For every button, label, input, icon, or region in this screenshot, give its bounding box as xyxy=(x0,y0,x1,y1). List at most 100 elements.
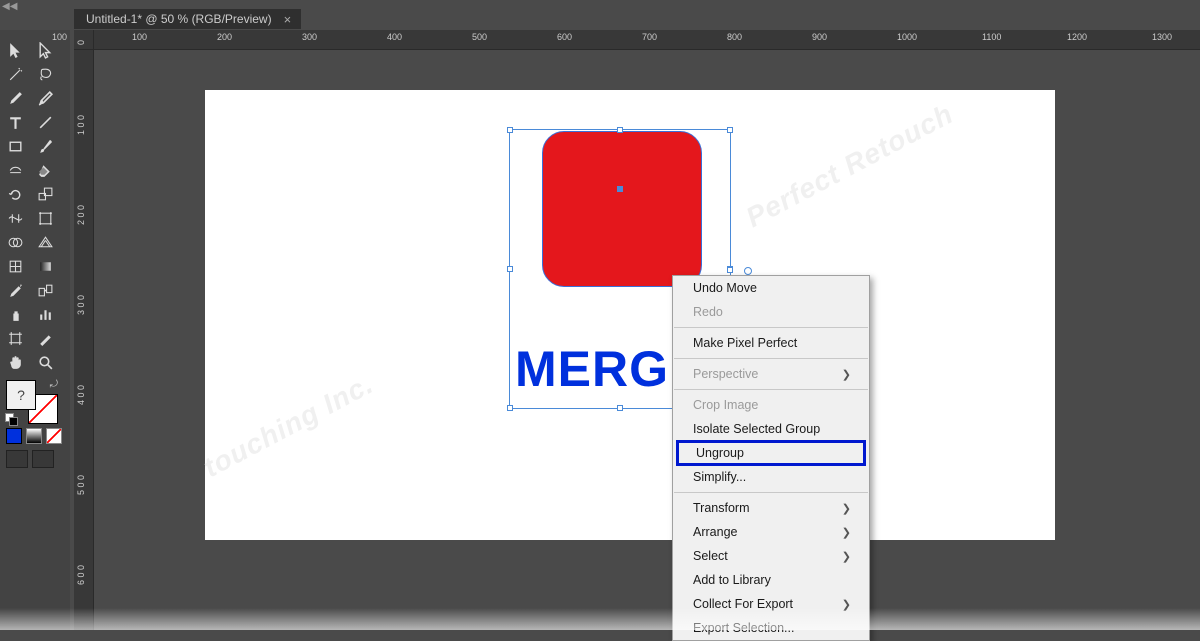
color-mode-solid[interactable] xyxy=(6,428,22,444)
menu-item-arrange[interactable]: Arrange ❯ xyxy=(673,520,869,544)
menu-item-label: Isolate Selected Group xyxy=(693,422,820,436)
ruler-tick-label: 1 0 0 xyxy=(76,115,86,135)
curvature-tool[interactable] xyxy=(30,86,60,110)
menu-item-label: Add to Library xyxy=(693,573,771,587)
type-tool[interactable] xyxy=(0,110,30,134)
ruler-horizontal[interactable]: 1001002003004005006007008009001000110012… xyxy=(94,30,1200,50)
chevron-right-icon: ❯ xyxy=(842,502,851,515)
corner-widget-icon[interactable] xyxy=(744,267,752,275)
gradient-tool[interactable] xyxy=(30,254,60,278)
free-transform-tool[interactable] xyxy=(30,206,60,230)
draw-mode-normal[interactable] xyxy=(6,450,28,468)
shaper-tool[interactable] xyxy=(0,158,30,182)
ruler-tick-label: 500 xyxy=(472,32,487,42)
menu-item-select[interactable]: Select ❯ xyxy=(673,544,869,568)
default-colors-icon[interactable] xyxy=(5,413,17,425)
menu-item-label: Simplify... xyxy=(693,470,746,484)
close-icon[interactable]: × xyxy=(284,13,292,26)
rotate-tool[interactable] xyxy=(0,182,30,206)
pen-tool[interactable] xyxy=(0,86,30,110)
ruler-tick-label: 0 xyxy=(76,40,86,45)
ruler-tick-label: 300 xyxy=(302,32,317,42)
mesh-tool[interactable] xyxy=(0,254,30,278)
scale-tool[interactable] xyxy=(30,182,60,206)
eraser-tool[interactable] xyxy=(30,158,60,182)
selection-handle[interactable] xyxy=(617,127,623,133)
menu-item-crop-image: Crop Image xyxy=(673,393,869,417)
menu-item-label: Transform xyxy=(693,501,750,515)
paintbrush-tool[interactable] xyxy=(30,134,60,158)
perspective-grid-tool[interactable] xyxy=(30,230,60,254)
selection-handle[interactable] xyxy=(507,127,513,133)
chevron-right-icon: ❯ xyxy=(842,526,851,539)
zoom-tool[interactable] xyxy=(30,350,60,374)
ruler-tick-label: 1100 xyxy=(982,32,1001,42)
selection-handle[interactable] xyxy=(507,405,513,411)
artboard-tool[interactable] xyxy=(0,326,30,350)
eyedropper-tool[interactable] xyxy=(0,278,30,302)
shape-builder-tool[interactable] xyxy=(0,230,30,254)
menu-item-perspective: Perspective❯ xyxy=(673,362,869,386)
width-tool[interactable] xyxy=(0,206,30,230)
menu-item-label: Crop Image xyxy=(693,398,758,412)
chevron-right-icon: ❯ xyxy=(842,368,851,381)
chevron-right-icon: ❯ xyxy=(842,550,851,563)
symbol-sprayer-tool[interactable] xyxy=(0,302,30,326)
hand-tool[interactable] xyxy=(0,350,30,374)
menu-item-label: Make Pixel Perfect xyxy=(693,336,797,350)
tab-bar: Untitled-1* @ 50 % (RGB/Preview) × xyxy=(74,8,301,30)
draw-mode-behind[interactable] xyxy=(32,450,54,468)
screen-mode-row xyxy=(6,450,70,468)
menu-item-isolate-selected-group[interactable]: Isolate Selected Group xyxy=(673,417,869,441)
selection-center-icon xyxy=(617,186,623,192)
fill-color-swatch[interactable]: ? xyxy=(6,380,36,410)
selection-handle[interactable] xyxy=(727,267,733,273)
color-mode-gradient[interactable] xyxy=(26,428,42,444)
menu-item-redo: Redo xyxy=(673,300,869,324)
artboard[interactable]: Perfect Retouch touching Inc. MERGE xyxy=(205,90,1055,540)
tools-panel: ⤾ ? xyxy=(0,30,70,630)
menu-item-undo-move[interactable]: Undo Move xyxy=(673,276,869,300)
color-mode-row xyxy=(6,428,70,444)
magic-wand-tool[interactable] xyxy=(0,62,30,86)
rectangle-tool[interactable] xyxy=(0,134,30,158)
context-menu: Undo Move Redo Make Pixel Perfect Perspecti… xyxy=(672,275,870,641)
ruler-tick-label: 900 xyxy=(812,32,827,42)
document-tab[interactable]: Untitled-1* @ 50 % (RGB/Preview) × xyxy=(74,9,301,29)
slice-tool[interactable] xyxy=(30,326,60,350)
menu-separator xyxy=(674,389,868,390)
column-graph-tool[interactable] xyxy=(30,302,60,326)
swap-colors-icon[interactable]: ⤾ xyxy=(50,379,58,390)
selection-tool[interactable] xyxy=(0,38,30,62)
blend-tool[interactable] xyxy=(30,278,60,302)
color-swatch-control[interactable]: ⤾ ? xyxy=(6,380,64,424)
footer-fade xyxy=(0,608,1200,630)
document-tab-title: Untitled-1* @ 50 % (RGB/Preview) xyxy=(86,12,272,26)
color-mode-none[interactable] xyxy=(46,428,62,444)
selection-handle[interactable] xyxy=(727,127,733,133)
lasso-tool[interactable] xyxy=(30,62,60,86)
fill-unknown-label: ? xyxy=(17,387,25,403)
ruler-tick-label: 6 0 0 xyxy=(76,565,86,585)
menu-item-add-to-library[interactable]: Add to Library xyxy=(673,568,869,592)
ruler-tick-label: 4 0 0 xyxy=(76,385,86,405)
selection-handle[interactable] xyxy=(507,266,513,272)
ruler-tick-label: 100 xyxy=(132,32,147,42)
menu-item-label: Select xyxy=(693,549,728,563)
collapse-panels-icon[interactable]: ◀◀ xyxy=(2,1,17,12)
menu-item-label: Undo Move xyxy=(693,281,757,295)
ruler-vertical[interactable]: 01 0 02 0 03 0 04 0 05 0 06 0 0 xyxy=(74,50,94,630)
menu-item-label: Arrange xyxy=(693,525,737,539)
menu-item-ungroup[interactable]: Ungroup xyxy=(676,440,866,466)
line-segment-tool[interactable] xyxy=(30,110,60,134)
ruler-tick-label: 200 xyxy=(217,32,232,42)
menu-separator xyxy=(674,358,868,359)
menu-item-transform[interactable]: Transform ❯ xyxy=(673,496,869,520)
menu-item-label: Redo xyxy=(693,305,723,319)
menu-item-simplify[interactable]: Simplify... xyxy=(673,465,869,489)
ruler-tick-label: 3 0 0 xyxy=(76,295,86,315)
menu-item-make-pixel-perfect[interactable]: Make Pixel Perfect xyxy=(673,331,869,355)
ruler-tick-label: 1000 xyxy=(897,32,917,42)
watermark-text: touching Inc. xyxy=(198,368,378,484)
selection-handle[interactable] xyxy=(617,405,623,411)
